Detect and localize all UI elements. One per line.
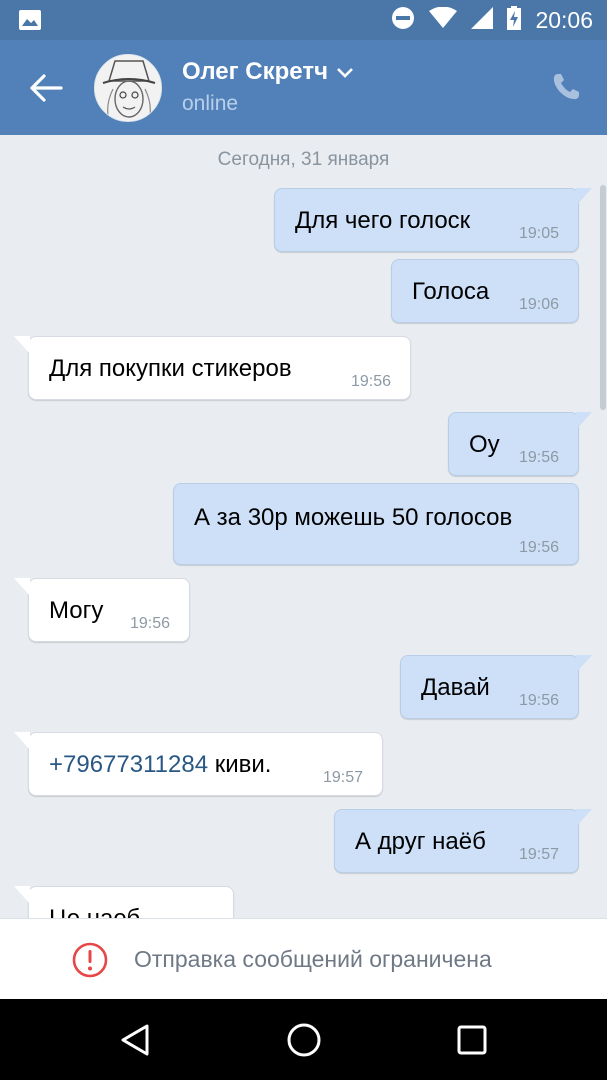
message-outgoing[interactable]: Для чего голоск 19:05 — [274, 188, 592, 252]
message-text: Оу — [469, 431, 500, 458]
phone-icon[interactable] — [547, 68, 585, 106]
messaging-restricted-bar: Отправка сообщений ограничена — [0, 918, 607, 999]
message-incoming[interactable]: Могу 19:56 — [14, 578, 190, 642]
message-text: А друг наёб — [355, 828, 486, 855]
message-outgoing[interactable]: Давай 19:56 — [400, 655, 592, 719]
message-time: 19:56 — [129, 615, 170, 632]
message-time: 19:56 — [518, 539, 559, 556]
message-time: 19:56 — [350, 373, 391, 390]
status-bar: 20:06 — [0, 0, 607, 40]
home-circle-icon[interactable] — [283, 1019, 325, 1061]
chevron-down-icon — [336, 58, 354, 86]
message-time: 19:57 — [518, 846, 559, 863]
back-triangle-icon[interactable] — [114, 1019, 156, 1061]
contact-name: Олег Скретч — [182, 58, 329, 85]
chat-header: Олег Скретч online — [0, 40, 607, 135]
contact-status: online — [182, 92, 239, 115]
message-text: Голоса — [412, 278, 490, 305]
alert-circle-icon — [72, 942, 108, 978]
phone-link[interactable]: +79677311284 — [49, 751, 208, 778]
recents-square-icon[interactable] — [451, 1019, 493, 1061]
back-arrow-icon[interactable] — [22, 64, 70, 112]
message-incoming[interactable]: Це наеб — [14, 886, 234, 918]
wifi-icon — [429, 6, 458, 34]
message-time: 19:57 — [322, 769, 363, 786]
message-text: Для чего голоск — [295, 207, 471, 234]
message-text: Могу — [49, 597, 104, 624]
message-time: 19:06 — [518, 296, 559, 313]
image-icon — [18, 9, 42, 31]
message-outgoing[interactable]: А за 30р можешь 50 голосов 19:56 — [173, 483, 579, 565]
message-text: А за 30р можешь 50 голосов — [194, 504, 513, 531]
status-time: 20:06 — [535, 6, 593, 33]
message-outgoing[interactable]: А друг наёб 19:57 — [334, 809, 592, 873]
battery-charging-icon — [507, 5, 522, 35]
avatar[interactable] — [94, 54, 162, 122]
message-time: 19:56 — [518, 449, 559, 466]
navigation-bar — [0, 999, 607, 1080]
message-text: Це наеб — [49, 905, 140, 918]
do-not-disturb-icon — [391, 6, 415, 35]
signal-icon — [471, 6, 494, 34]
chat-area[interactable]: Сегодня, 31 января Для чего голоск 19:05… — [0, 135, 607, 918]
message-outgoing[interactable]: Оу 19:56 — [448, 412, 592, 476]
restriction-text: Отправка сообщений ограничена — [134, 946, 492, 972]
message-text: Давай — [421, 674, 490, 701]
message-outgoing[interactable]: Голоса 19:06 — [391, 259, 579, 323]
scrollbar[interactable] — [600, 185, 606, 410]
contact-name-row[interactable]: Олег Скретч — [182, 58, 354, 86]
message-incoming[interactable]: Для покупки стикеров 19:56 — [14, 336, 411, 400]
message-time: 19:56 — [518, 692, 559, 709]
message-text: Для покупки стикеров — [49, 355, 292, 382]
message-time: 19:05 — [518, 225, 559, 242]
message-text-row: +79677311284 киви. — [49, 751, 271, 779]
message-incoming[interactable]: +79677311284 киви. 19:57 — [14, 732, 383, 796]
message-text: киви. — [208, 751, 272, 778]
date-separator: Сегодня, 31 января — [217, 149, 390, 170]
